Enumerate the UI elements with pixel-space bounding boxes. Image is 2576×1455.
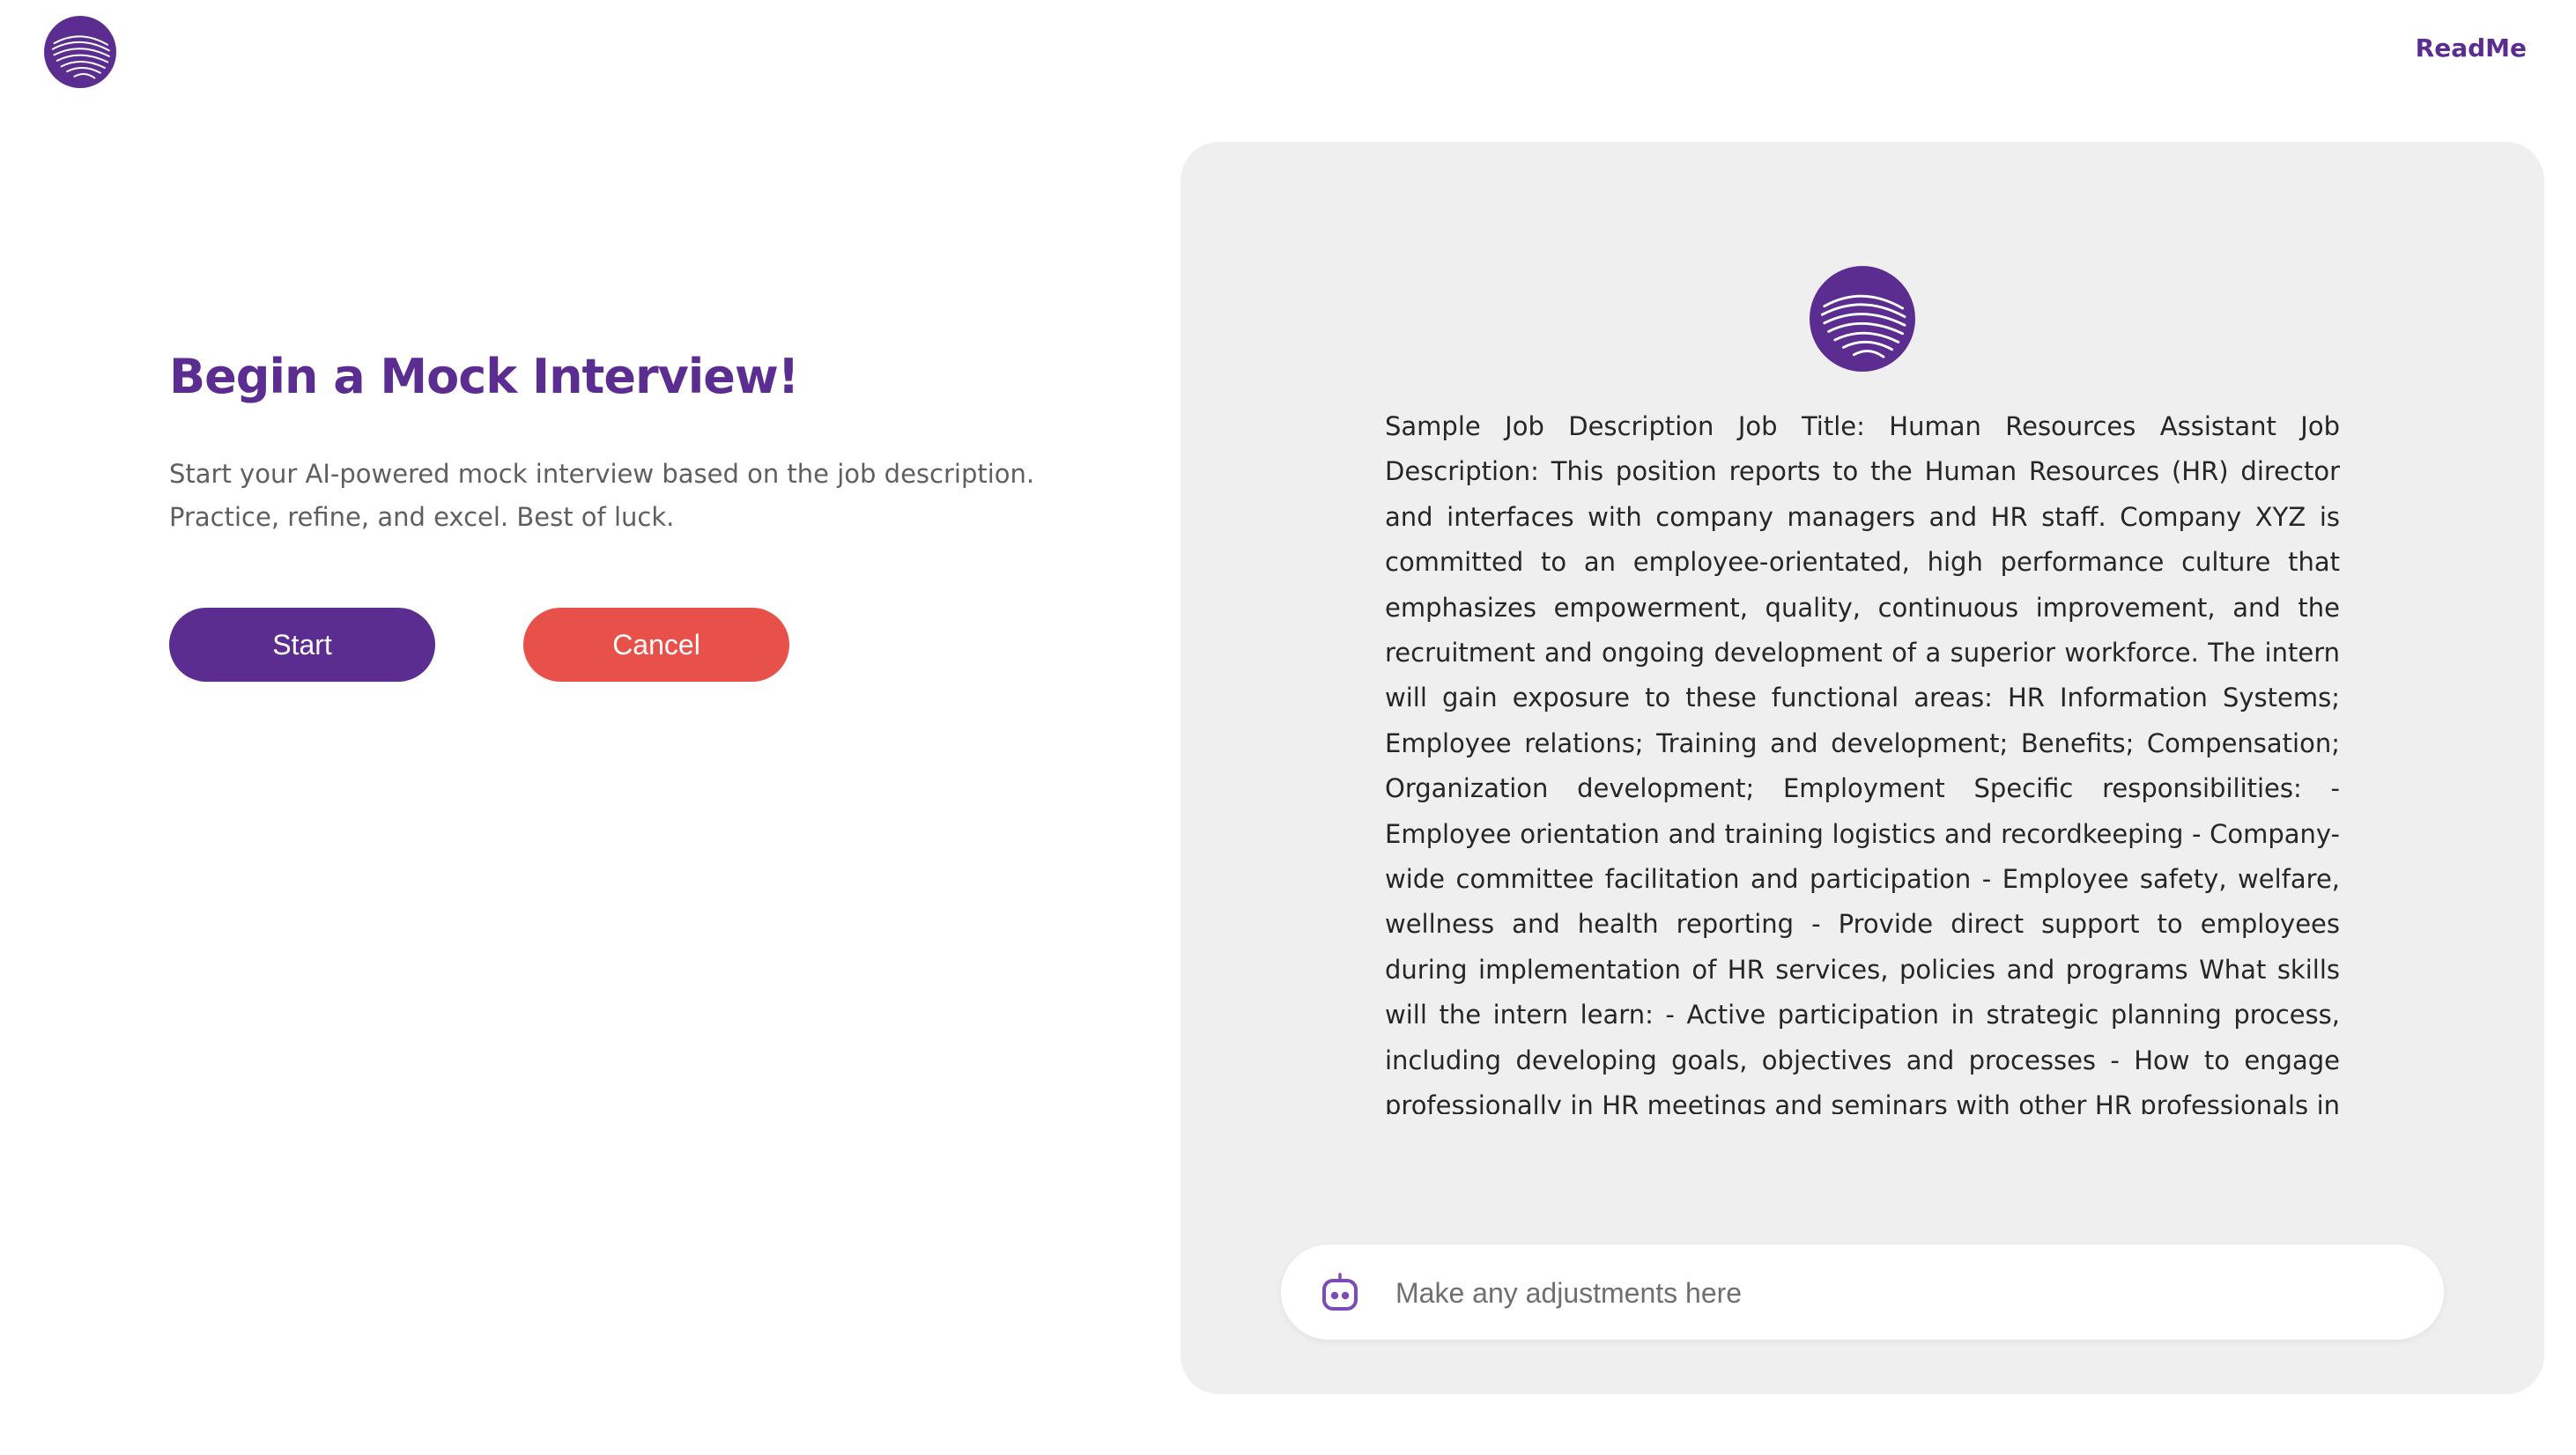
cancel-button[interactable]: Cancel [523, 608, 789, 682]
readme-link[interactable]: ReadMe [2416, 33, 2527, 63]
fingerprint-logo-icon[interactable] [44, 16, 116, 88]
page: ReadMe Begin a Mock Interview! Start you… [0, 0, 2576, 1455]
start-button[interactable]: Start [169, 608, 435, 682]
page-title: Begin a Mock Interview! [169, 349, 799, 404]
adjustment-input-bar [1281, 1245, 2444, 1340]
page-subtitle: Start your AI-powered mock interview bas… [169, 459, 1035, 532]
job-description-text: Sample Job Description Job Title: Human … [1385, 411, 2340, 1114]
fingerprint-logo-icon [1810, 266, 1915, 372]
adjustment-input[interactable] [1394, 1264, 2410, 1322]
robot-icon [1320, 1271, 1360, 1313]
job-description-panel: Sample Job Description Job Title: Human … [1181, 142, 2544, 1394]
job-description-scroll[interactable]: Sample Job Description Job Title: Human … [1385, 404, 2340, 1114]
